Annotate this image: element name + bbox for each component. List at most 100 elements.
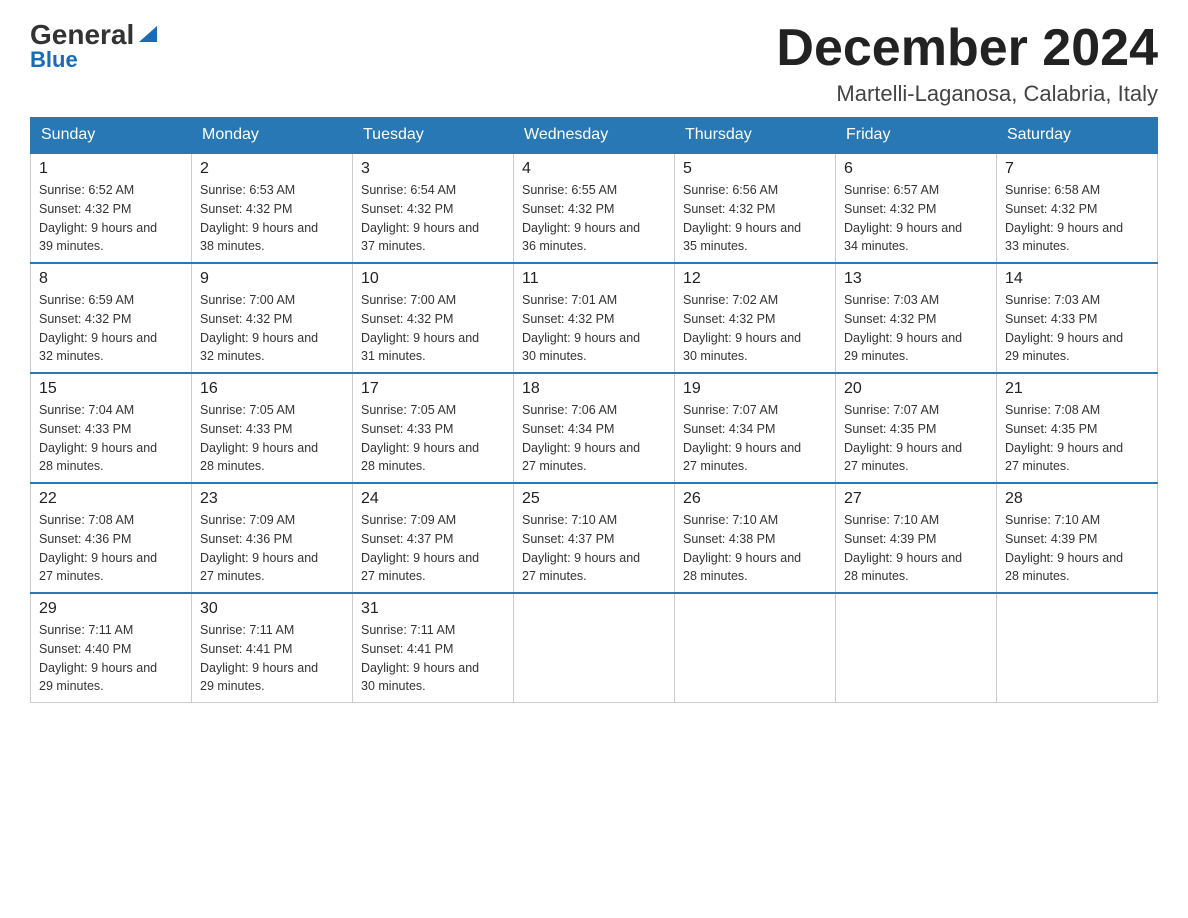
day-info: Sunrise: 7:06 AMSunset: 4:34 PMDaylight:… [522,401,666,476]
day-number: 16 [200,380,344,398]
day-info: Sunrise: 6:55 AMSunset: 4:32 PMDaylight:… [522,181,666,256]
calendar-cell: 24 Sunrise: 7:09 AMSunset: 4:37 PMDayligh… [353,483,514,593]
location-subtitle: Martelli-Laganosa, Calabria, Italy [776,81,1158,107]
calendar-cell [514,593,675,703]
day-info: Sunrise: 6:54 AMSunset: 4:32 PMDaylight:… [361,181,505,256]
day-info: Sunrise: 7:02 AMSunset: 4:32 PMDaylight:… [683,291,827,366]
calendar-cell: 5Sunrise: 6:56 AMSunset: 4:32 PMDaylight… [675,153,836,263]
day-number: 14 [1005,270,1149,288]
column-header-monday: Monday [192,118,353,154]
column-header-sunday: Sunday [31,118,192,154]
day-info: Sunrise: 6:53 AMSunset: 4:32 PMDaylight:… [200,181,344,256]
day-info: Sunrise: 7:11 AMSunset: 4:41 PMDaylight:… [361,621,505,696]
day-info: Sunrise: 6:58 AMSunset: 4:32 PMDaylight:… [1005,181,1149,256]
day-number: 9 [200,270,344,288]
day-info: Sunrise: 7:07 AMSunset: 4:35 PMDaylight:… [844,401,988,476]
calendar-cell: 2 Sunrise: 6:53 AMSunset: 4:32 PMDaylight… [192,153,353,263]
day-number: 26 [683,490,827,508]
calendar-cell: 3 Sunrise: 6:54 AMSunset: 4:32 PMDaylight… [353,153,514,263]
day-number: 18 [522,380,666,398]
calendar-header-row: SundayMondayTuesdayWednesdayThursdayFrid… [31,118,1158,154]
day-info: Sunrise: 7:00 AMSunset: 4:32 PMDaylight:… [200,291,344,366]
day-info: Sunrise: 7:03 AMSunset: 4:33 PMDaylight:… [1005,291,1149,366]
calendar-cell: 15 Sunrise: 7:04 AMSunset: 4:33 PMDayligh… [31,373,192,483]
day-info: Sunrise: 7:10 AMSunset: 4:39 PMDaylight:… [1005,511,1149,586]
calendar-cell: 12Sunrise: 7:02 AMSunset: 4:32 PMDayligh… [675,263,836,373]
calendar-cell: 28 Sunrise: 7:10 AMSunset: 4:39 PMDayligh… [997,483,1158,593]
day-info: Sunrise: 7:04 AMSunset: 4:33 PMDaylight:… [39,401,183,476]
day-info: Sunrise: 7:08 AMSunset: 4:36 PMDaylight:… [39,511,183,586]
day-number: 20 [844,380,988,398]
day-info: Sunrise: 7:05 AMSunset: 4:33 PMDaylight:… [200,401,344,476]
day-number: 11 [522,270,666,288]
calendar-cell [675,593,836,703]
day-number: 27 [844,490,988,508]
calendar-cell [997,593,1158,703]
day-info: Sunrise: 7:10 AMSunset: 4:39 PMDaylight:… [844,511,988,586]
day-number: 28 [1005,490,1149,508]
day-number: 24 [361,490,505,508]
day-number: 10 [361,270,505,288]
calendar-cell: 20 Sunrise: 7:07 AMSunset: 4:35 PMDayligh… [836,373,997,483]
day-number: 29 [39,600,183,618]
column-header-friday: Friday [836,118,997,154]
calendar-week-row: 15 Sunrise: 7:04 AMSunset: 4:33 PMDayligh… [31,373,1158,483]
logo: General Blue [30,20,159,73]
page-header: General Blue December 2024 Martelli-Laga… [30,20,1158,107]
day-number: 19 [683,380,827,398]
day-number: 25 [522,490,666,508]
title-block: December 2024 Martelli-Laganosa, Calabri… [776,20,1158,107]
calendar-week-row: 29Sunrise: 7:11 AMSunset: 4:40 PMDayligh… [31,593,1158,703]
day-info: Sunrise: 6:52 AMSunset: 4:32 PMDaylight:… [39,181,183,256]
calendar-cell: 16 Sunrise: 7:05 AMSunset: 4:33 PMDayligh… [192,373,353,483]
calendar-cell: 17Sunrise: 7:05 AMSunset: 4:33 PMDayligh… [353,373,514,483]
day-info: Sunrise: 7:09 AMSunset: 4:37 PMDaylight:… [361,511,505,586]
calendar-cell: 9 Sunrise: 7:00 AMSunset: 4:32 PMDaylight… [192,263,353,373]
day-info: Sunrise: 7:07 AMSunset: 4:34 PMDaylight:… [683,401,827,476]
calendar-cell: 13 Sunrise: 7:03 AMSunset: 4:32 PMDayligh… [836,263,997,373]
calendar-cell: 7 Sunrise: 6:58 AMSunset: 4:32 PMDaylight… [997,153,1158,263]
day-info: Sunrise: 6:59 AMSunset: 4:32 PMDaylight:… [39,291,183,366]
day-info: Sunrise: 7:09 AMSunset: 4:36 PMDaylight:… [200,511,344,586]
day-number: 15 [39,380,183,398]
column-header-tuesday: Tuesday [353,118,514,154]
month-title: December 2024 [776,20,1158,77]
calendar-cell: 11 Sunrise: 7:01 AMSunset: 4:32 PMDayligh… [514,263,675,373]
calendar-cell: 23Sunrise: 7:09 AMSunset: 4:36 PMDayligh… [192,483,353,593]
day-number: 2 [200,160,344,178]
calendar-cell: 19 Sunrise: 7:07 AMSunset: 4:34 PMDayligh… [675,373,836,483]
calendar-cell: 4 Sunrise: 6:55 AMSunset: 4:32 PMDaylight… [514,153,675,263]
calendar-week-row: 22Sunrise: 7:08 AMSunset: 4:36 PMDayligh… [31,483,1158,593]
column-header-wednesday: Wednesday [514,118,675,154]
calendar-cell: 21Sunrise: 7:08 AMSunset: 4:35 PMDayligh… [997,373,1158,483]
calendar-cell: 30 Sunrise: 7:11 AMSunset: 4:41 PMDayligh… [192,593,353,703]
calendar-week-row: 8 Sunrise: 6:59 AMSunset: 4:32 PMDaylight… [31,263,1158,373]
calendar-table: SundayMondayTuesdayWednesdayThursdayFrid… [30,117,1158,703]
calendar-week-row: 1Sunrise: 6:52 AMSunset: 4:32 PMDaylight… [31,153,1158,263]
calendar-cell [836,593,997,703]
calendar-cell: 18 Sunrise: 7:06 AMSunset: 4:34 PMDayligh… [514,373,675,483]
day-number: 13 [844,270,988,288]
calendar-cell: 1Sunrise: 6:52 AMSunset: 4:32 PMDaylight… [31,153,192,263]
calendar-cell: 6Sunrise: 6:57 AMSunset: 4:32 PMDaylight… [836,153,997,263]
day-number: 7 [1005,160,1149,178]
logo-triangle-icon [137,22,159,44]
calendar-cell: 10Sunrise: 7:00 AMSunset: 4:32 PMDayligh… [353,263,514,373]
day-number: 3 [361,160,505,178]
day-info: Sunrise: 7:08 AMSunset: 4:35 PMDaylight:… [1005,401,1149,476]
day-number: 5 [683,160,827,178]
day-number: 4 [522,160,666,178]
logo-name: General [30,21,134,49]
day-info: Sunrise: 7:01 AMSunset: 4:32 PMDaylight:… [522,291,666,366]
day-number: 30 [200,600,344,618]
day-info: Sunrise: 7:11 AMSunset: 4:41 PMDaylight:… [200,621,344,696]
calendar-cell: 26Sunrise: 7:10 AMSunset: 4:38 PMDayligh… [675,483,836,593]
calendar-cell: 22Sunrise: 7:08 AMSunset: 4:36 PMDayligh… [31,483,192,593]
calendar-cell: 27 Sunrise: 7:10 AMSunset: 4:39 PMDayligh… [836,483,997,593]
day-info: Sunrise: 7:10 AMSunset: 4:37 PMDaylight:… [522,511,666,586]
calendar-cell: 14 Sunrise: 7:03 AMSunset: 4:33 PMDayligh… [997,263,1158,373]
column-header-thursday: Thursday [675,118,836,154]
day-info: Sunrise: 7:03 AMSunset: 4:32 PMDaylight:… [844,291,988,366]
day-number: 8 [39,270,183,288]
logo-blue: Blue [30,47,78,73]
